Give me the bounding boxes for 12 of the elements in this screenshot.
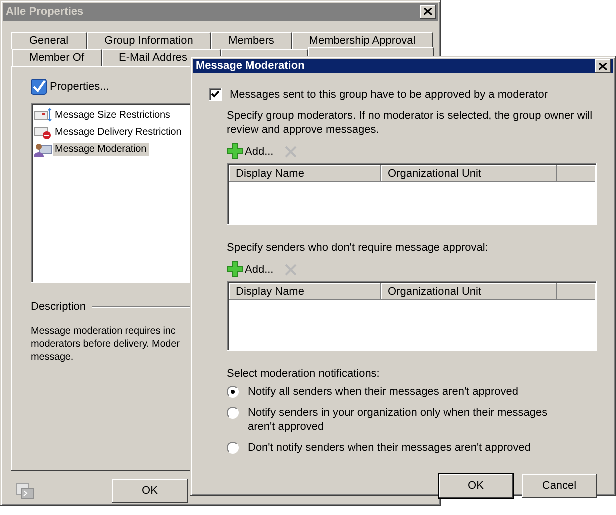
window-title: Alle Properties <box>6 6 84 18</box>
checkbox-label: Messages sent to this group have to be approved by a moderator <box>230 88 548 100</box>
section-heading: Select moderation notifications: <box>227 367 381 381</box>
radio-label: Notify senders in your organization only when their messages aren't approved <box>248 406 549 434</box>
description-text: moderators before delivery. Moder <box>31 338 181 351</box>
radio-label: Don't notify senders when their messages aren't approved <box>248 441 532 455</box>
instruction-text: Specify senders who don't require message approval: <box>227 241 490 255</box>
description-text: Message moderation requires inc <box>31 324 177 338</box>
radio-label: Notify all senders when their messages aren't approved <box>248 385 519 399</box>
instruction-text: Specify group moderators. If no moderator is selected, the group owner will review and approve messages. <box>227 109 594 137</box>
description-text: message. <box>31 350 75 364</box>
group-legend: Description <box>31 300 86 313</box>
